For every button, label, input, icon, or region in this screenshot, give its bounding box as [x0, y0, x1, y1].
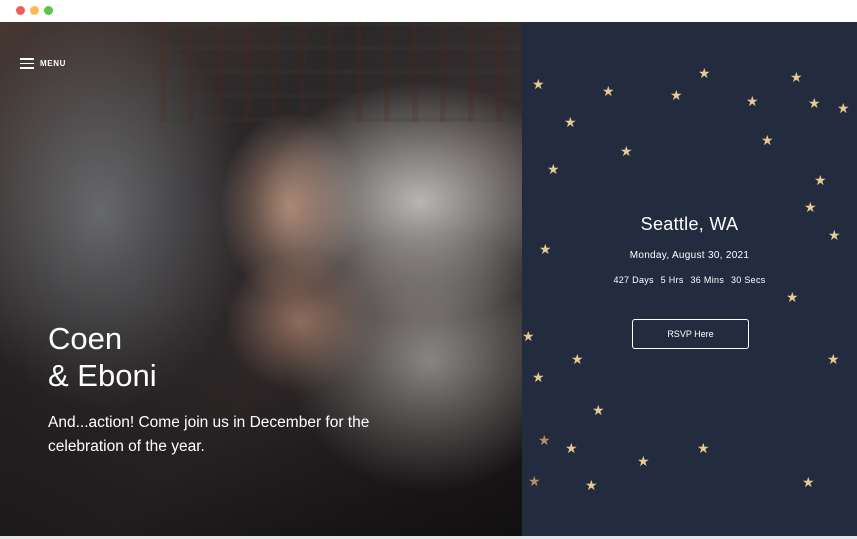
- star-icon: ★: [814, 172, 827, 188]
- hamburger-icon: [20, 58, 34, 69]
- rsvp-button[interactable]: RSVP Here: [632, 319, 749, 349]
- star-icon: ★: [761, 132, 774, 148]
- star-icon: ★: [571, 351, 584, 367]
- star-icon: ★: [837, 100, 850, 116]
- countdown-hours: 5 Hrs: [660, 275, 684, 285]
- hero-tagline: And...action! Come join us in December f…: [48, 414, 370, 455]
- star-icon: ★: [620, 143, 633, 159]
- star-icon: ★: [637, 453, 650, 469]
- star-icon: ★: [698, 65, 711, 81]
- star-icon: ★: [786, 289, 799, 305]
- star-icon: ★: [804, 199, 817, 215]
- star-icon: ★: [602, 83, 615, 99]
- star-icon: ★: [547, 161, 560, 177]
- star-icon: ★: [802, 474, 815, 490]
- star-icon: ★: [564, 114, 577, 130]
- close-window-icon[interactable]: [16, 6, 25, 15]
- browser-title-bar: [0, 0, 857, 22]
- name-line-2: & Eboni: [48, 358, 157, 393]
- star-icon: ★: [565, 440, 578, 456]
- maximize-window-icon[interactable]: [44, 6, 53, 15]
- hero-photo: MENU Coen & Eboni And...action! Come joi…: [0, 22, 522, 536]
- star-icon: ★: [808, 95, 821, 111]
- star-icon: ★: [827, 351, 840, 367]
- event-city: Seattle, WA: [640, 214, 739, 234]
- star-icon: ★: [746, 93, 759, 109]
- minimize-window-icon[interactable]: [30, 6, 39, 15]
- event-countdown: 427 Days 5 Hrs 36 Mins 30 Secs: [522, 275, 857, 285]
- star-icon: ★: [528, 473, 541, 489]
- star-icon: ★: [522, 328, 535, 344]
- countdown-days: 427 Days: [613, 275, 654, 285]
- couple-names: Coen & Eboni: [48, 320, 157, 394]
- countdown-secs: 30 Secs: [730, 275, 766, 285]
- star-icon: ★: [532, 369, 545, 385]
- menu-button[interactable]: MENU: [20, 58, 66, 69]
- star-icon: ★: [585, 477, 598, 493]
- menu-label: MENU: [40, 59, 66, 68]
- star-icon: ★: [592, 402, 605, 418]
- event-date: Monday, August 30, 2021: [629, 250, 750, 261]
- event-details-panel: ★ ★ ★ ★ ★ ★ ★ ★ ★ ★ ★ ★ ★ ★ ★ ★ ★ ★ ★ ★ …: [522, 22, 857, 536]
- star-icon: ★: [790, 69, 803, 85]
- name-line-1: Coen: [48, 321, 123, 356]
- star-icon: ★: [670, 87, 683, 103]
- countdown-mins: 36 Mins: [690, 275, 725, 285]
- star-icon: ★: [697, 440, 710, 456]
- star-icon: ★: [532, 76, 545, 92]
- star-icon: ★: [538, 432, 551, 448]
